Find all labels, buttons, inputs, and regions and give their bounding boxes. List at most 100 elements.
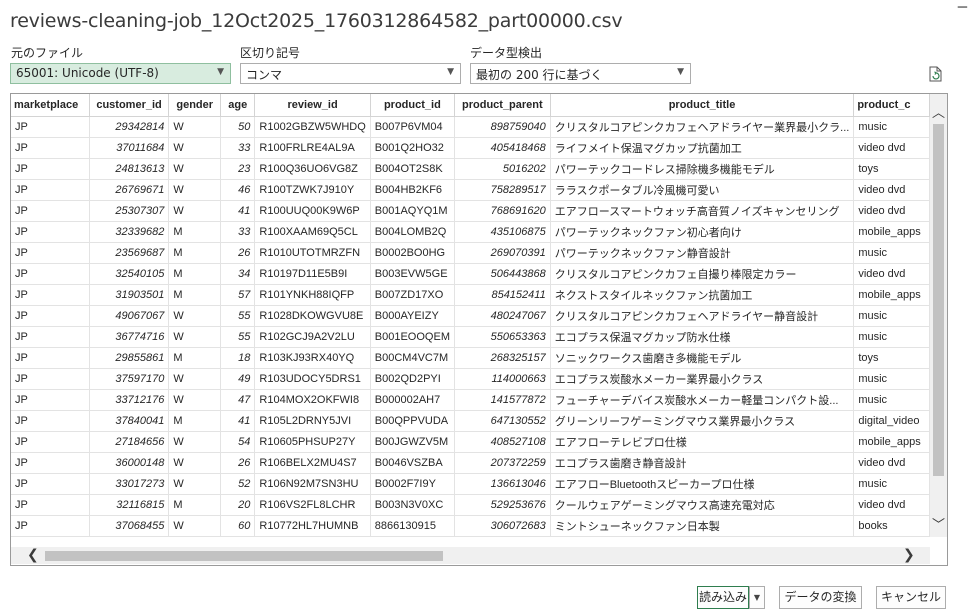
table-cell: music bbox=[853, 116, 930, 138]
chevron-down-icon: ▼ bbox=[447, 67, 454, 77]
table-cell: 758289517 bbox=[454, 179, 551, 201]
table-body: JP 29342814 W 50 R1002GBZW5WHDQ B007P6VM04 898… bbox=[11, 116, 930, 537]
table-cell: 23569687 bbox=[89, 242, 170, 264]
table-row: JP 37840041 M 41 R105L2DRNY5JVI B00QPPVUDA 647… bbox=[11, 410, 930, 432]
chevron-down-icon: ▼ bbox=[217, 67, 224, 77]
table-cell: B001AQYQ1M bbox=[370, 200, 455, 222]
vertical-scroll-thumb[interactable] bbox=[933, 124, 944, 476]
table-cell: B002QD2PYI bbox=[370, 368, 455, 390]
table-cell: R103KJ93RX40YQ bbox=[254, 347, 371, 369]
table-cell: R1010UTOTMRZFN bbox=[254, 242, 371, 264]
table-cell: M bbox=[168, 221, 222, 243]
table-cell: 52 bbox=[220, 473, 256, 495]
table-cell: JP bbox=[11, 221, 90, 243]
cancel-button[interactable]: キャンセル bbox=[876, 586, 946, 609]
table-cell: JP bbox=[11, 158, 90, 180]
table-cell: 41 bbox=[220, 200, 256, 222]
table-cell: R100FRLRE4AL9A bbox=[254, 137, 371, 159]
column-header[interactable]: product_title bbox=[550, 94, 855, 117]
table-cell: 33 bbox=[220, 221, 256, 243]
table-row: JP 33017273 W 52 R106N92M7SN3HU B0002F7I9Y 136… bbox=[11, 473, 930, 495]
table-row: JP 36774716 W 55 R102GCJ9A2V2LU B001EOOQEM 550… bbox=[11, 326, 930, 348]
table-cell: video dvd bbox=[853, 179, 930, 201]
table-cell: 435106875 bbox=[454, 221, 551, 243]
column-header[interactable]: customer_id bbox=[89, 94, 170, 117]
chevron-down-icon[interactable]: ﹀ bbox=[930, 514, 947, 533]
table-cell: 27184656 bbox=[89, 431, 170, 453]
table-cell: video dvd bbox=[853, 200, 930, 222]
table-cell: クリスタルコアピンクカフェ自撮り棒限定カラー bbox=[550, 263, 855, 285]
column-header[interactable]: product_parent bbox=[454, 94, 551, 117]
table-cell: 8866130915 bbox=[370, 515, 455, 537]
table-row: JP 49067067 W 55 R1028DKOWGVU8E B000AYEIZY 480… bbox=[11, 305, 930, 327]
table-cell: クールウェアゲーミングマウス高速充電対応 bbox=[550, 494, 855, 516]
chevron-up-icon[interactable]: ︿ bbox=[930, 102, 947, 121]
table-cell: M bbox=[168, 410, 222, 432]
load-button[interactable]: 読み込み bbox=[697, 586, 749, 609]
detection-dropdown[interactable]: 最初の 200 行に基づく ▼ bbox=[470, 63, 691, 84]
chevron-left-icon[interactable]: ❮ bbox=[27, 547, 39, 563]
table-cell: 54 bbox=[220, 431, 256, 453]
table-cell: toys bbox=[853, 347, 930, 369]
table-cell: 34 bbox=[220, 263, 256, 285]
table-cell: W bbox=[168, 200, 222, 222]
transform-data-button[interactable]: データの変換 bbox=[779, 586, 862, 609]
table-cell: video dvd bbox=[853, 137, 930, 159]
vertical-scrollbar[interactable]: ︿ ﹀ bbox=[930, 94, 947, 537]
table-cell: 49 bbox=[220, 368, 256, 390]
table-cell: R106N92M7SN3HU bbox=[254, 473, 371, 495]
table-cell: 31903501 bbox=[89, 284, 170, 306]
table-cell: 24813613 bbox=[89, 158, 170, 180]
table-cell: W bbox=[168, 116, 222, 138]
table-cell: B000002AH7 bbox=[370, 389, 455, 411]
column-header[interactable]: product_id bbox=[370, 94, 455, 117]
column-header[interactable]: review_id bbox=[254, 94, 371, 117]
table-cell: エコプラス歯磨き静音設計 bbox=[550, 452, 855, 474]
refresh-document-icon[interactable] bbox=[928, 66, 943, 82]
table-cell: JP bbox=[11, 305, 90, 327]
column-header[interactable]: gender bbox=[168, 94, 222, 117]
table-cell: 32339682 bbox=[89, 221, 170, 243]
table-cell: ソニックワークス歯磨き多機能モデル bbox=[550, 347, 855, 369]
horizontal-scrollbar[interactable]: ❮ ❯ bbox=[11, 547, 930, 564]
table-cell: R106BELX2MU4S7 bbox=[254, 452, 371, 474]
table-cell: R100UUQ00K9W6P bbox=[254, 200, 371, 222]
table-cell: W bbox=[168, 431, 222, 453]
table-cell: M bbox=[168, 263, 222, 285]
table-cell: M bbox=[168, 494, 222, 516]
table-cell: 60 bbox=[220, 515, 256, 537]
table-header-row: marketplace customer_id gender age review_id… bbox=[11, 94, 930, 117]
table-cell: JP bbox=[11, 389, 90, 411]
column-header[interactable]: product_c bbox=[853, 94, 930, 117]
table-cell: 37840041 bbox=[89, 410, 170, 432]
file-origin-dropdown[interactable]: 65001: Unicode (UTF-8) ▼ bbox=[10, 63, 231, 84]
horizontal-scroll-thumb[interactable] bbox=[45, 551, 443, 561]
table-cell: 33 bbox=[220, 137, 256, 159]
table-cell: R103UDOCY5DRS1 bbox=[254, 368, 371, 390]
column-header[interactable]: marketplace bbox=[11, 94, 90, 117]
column-header[interactable]: age bbox=[220, 94, 256, 117]
table-cell: 529253676 bbox=[454, 494, 551, 516]
file-origin-label: 元のファイル bbox=[11, 46, 84, 60]
table-cell: 136613046 bbox=[454, 473, 551, 495]
table-cell: 114000663 bbox=[454, 368, 551, 390]
table-cell: JP bbox=[11, 410, 90, 432]
load-options-dropdown[interactable]: ▼ bbox=[749, 586, 765, 609]
table-row: JP 33712176 W 47 R104MOX2OKFWI8 B000002AH7 141… bbox=[11, 389, 930, 411]
table-cell: JP bbox=[11, 368, 90, 390]
table-cell: R10772HL7HUMNB bbox=[254, 515, 371, 537]
table-cell: パワーテックネックファン初心者向け bbox=[550, 221, 855, 243]
table-cell: 207372259 bbox=[454, 452, 551, 474]
table-cell: 550653363 bbox=[454, 326, 551, 348]
delimiter-dropdown[interactable]: コンマ ▼ bbox=[240, 63, 461, 84]
minimize-icon[interactable]: ▁ bbox=[958, 0, 967, 8]
table-cell: エコプラス保温マグカップ防水仕様 bbox=[550, 326, 855, 348]
table-cell: JP bbox=[11, 137, 90, 159]
table-cell: 36774716 bbox=[89, 326, 170, 348]
table-row: JP 32116815 M 20 R106VS2FL8LCHR B003N3V0XC 529… bbox=[11, 494, 930, 516]
table-cell: R1002GBZW5WHDQ bbox=[254, 116, 371, 138]
table-cell: B003N3V0XC bbox=[370, 494, 455, 516]
table-cell: ライフメイト保温マグカップ抗菌加工 bbox=[550, 137, 855, 159]
chevron-right-icon[interactable]: ❯ bbox=[903, 547, 915, 563]
table-cell: 37068455 bbox=[89, 515, 170, 537]
